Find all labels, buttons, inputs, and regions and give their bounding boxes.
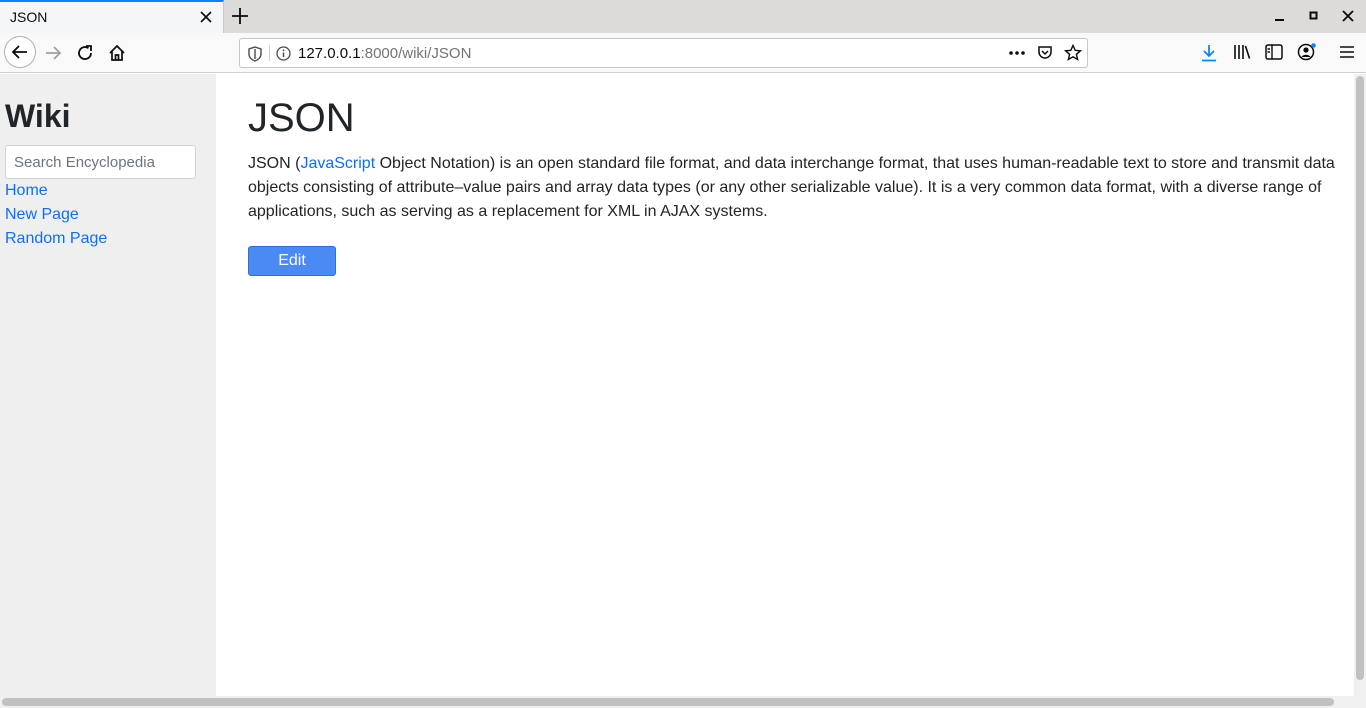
reload-icon xyxy=(78,45,92,60)
info-icon[interactable] xyxy=(276,46,291,61)
tab-title: JSON xyxy=(10,9,48,25)
url-separator xyxy=(269,45,270,61)
edit-button[interactable]: Edit xyxy=(248,246,336,276)
download-icon[interactable] xyxy=(1201,44,1217,62)
javascript-link[interactable]: JavaScript xyxy=(300,155,375,172)
url-host: 127.0.0.1 xyxy=(298,45,361,62)
maximize-icon[interactable] xyxy=(1307,9,1321,23)
close-tab-icon[interactable] xyxy=(198,9,214,25)
wiki-sidebar: Wiki Home New Page Random Page xyxy=(0,74,216,696)
account-icon[interactable] xyxy=(1297,43,1317,61)
para-text-after: Object Notation) is an open standard fil… xyxy=(248,155,1335,220)
para-text-before: JSON ( xyxy=(248,155,301,172)
url-text[interactable]: 127.0.0.1:8000/wiki/JSON xyxy=(298,45,471,62)
sidebar-toggle-icon[interactable] xyxy=(1265,44,1283,60)
vertical-scrollbar-thumb[interactable] xyxy=(1356,76,1364,680)
back-button[interactable] xyxy=(4,36,36,68)
arrow-right-icon xyxy=(46,46,62,60)
more-actions-icon[interactable] xyxy=(1008,46,1026,60)
pocket-icon[interactable] xyxy=(1037,45,1053,61)
home-icon xyxy=(109,44,125,61)
nav-link-home[interactable]: Home xyxy=(5,182,48,200)
horizontal-scrollbar-thumb[interactable] xyxy=(2,698,1334,706)
tab-active[interactable]: JSON xyxy=(0,0,224,33)
article-paragraph: JSON (JavaScript Object Notation) is an … xyxy=(248,152,1340,224)
url-bar[interactable]: 127.0.0.1:8000/wiki/JSON xyxy=(239,38,1088,68)
minimize-icon[interactable] xyxy=(1273,9,1287,23)
arrow-left-icon xyxy=(11,45,27,59)
article-title: JSON xyxy=(248,96,355,140)
horizontal-scrollbar[interactable] xyxy=(0,696,1366,708)
tab-strip: JSON xyxy=(0,0,1366,33)
search-input[interactable] xyxy=(5,145,196,179)
shield-icon[interactable] xyxy=(248,46,262,62)
close-window-icon[interactable] xyxy=(1341,9,1355,23)
home-button[interactable] xyxy=(107,43,127,63)
library-icon[interactable] xyxy=(1233,44,1251,60)
new-tab-icon[interactable] xyxy=(231,7,249,25)
vertical-scrollbar[interactable] xyxy=(1354,74,1366,696)
nav-link-new-page[interactable]: New Page xyxy=(5,206,79,224)
menu-icon[interactable] xyxy=(1339,45,1355,59)
url-path: :8000/wiki/JSON xyxy=(360,45,472,62)
page-viewport: Wiki Home New Page Random Page JSON JSON… xyxy=(0,74,1354,696)
nav-link-random-page[interactable]: Random Page xyxy=(5,230,107,248)
forward-button[interactable] xyxy=(43,43,63,63)
reload-button[interactable] xyxy=(75,43,95,63)
navigation-toolbar: 127.0.0.1:8000/wiki/JSON xyxy=(0,33,1366,73)
wiki-title: Wiki xyxy=(5,98,71,134)
bookmark-star-icon[interactable] xyxy=(1064,44,1082,62)
